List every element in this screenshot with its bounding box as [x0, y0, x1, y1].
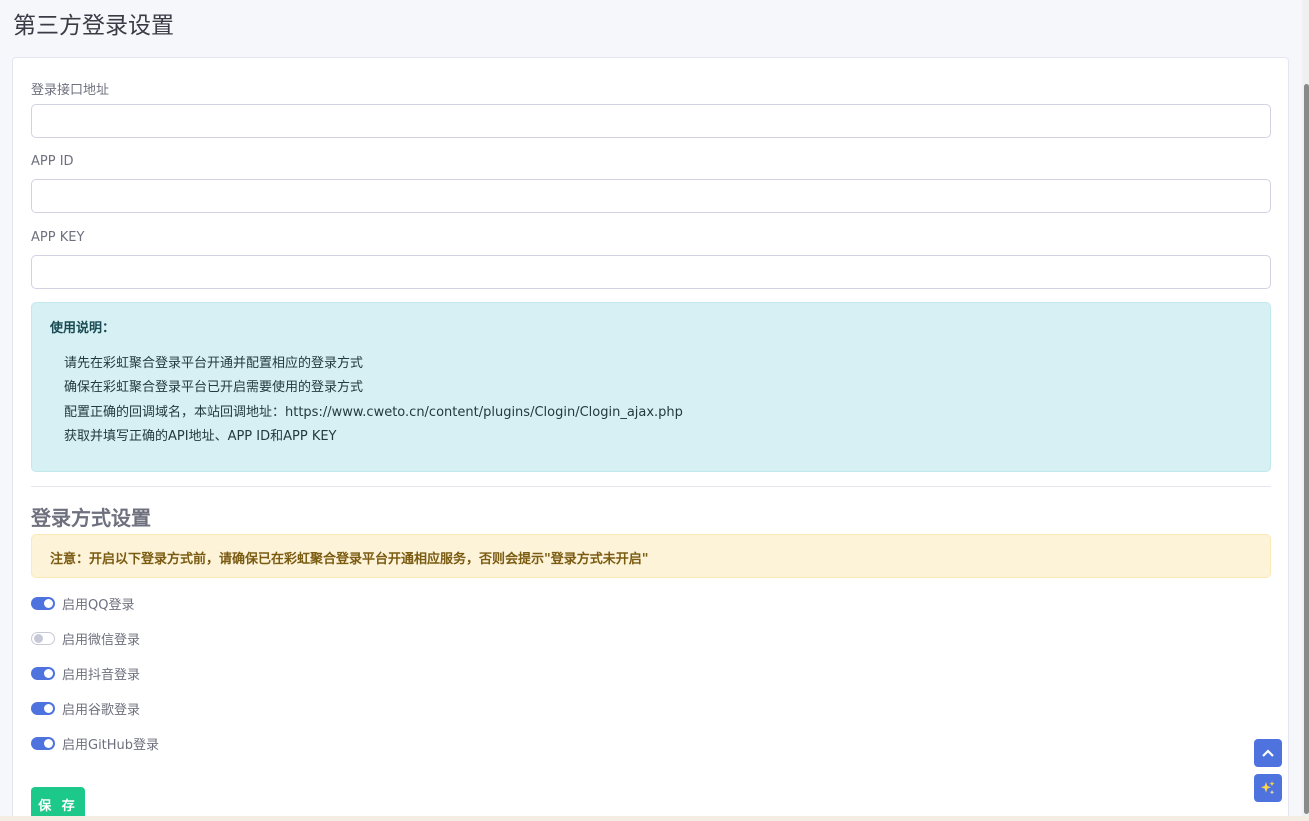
- app-id-label: APP ID: [31, 154, 74, 169]
- sparkles-icon: [1261, 781, 1275, 795]
- bottom-strip: [0, 816, 1309, 821]
- api-url-input[interactable]: [31, 104, 1271, 138]
- toggle-label: 启用抖音登录: [62, 667, 141, 683]
- toggle-switch[interactable]: [31, 736, 55, 750]
- instruction-line: 获取并填写正确的API地址、APP ID和APP KEY: [64, 429, 337, 444]
- toggle-github-login[interactable]: 启用GitHub登录: [31, 733, 159, 753]
- toggle-label: 启用QQ登录: [62, 597, 135, 613]
- magic-button[interactable]: [1254, 774, 1282, 802]
- warning-box: 注意：开启以下登录方式前，请确保已在彩虹聚合登录平台开通相应服务，否则会提示"登…: [31, 534, 1271, 578]
- toggle-label: 启用谷歌登录: [62, 702, 141, 718]
- toggle-switch[interactable]: [31, 596, 55, 610]
- app-key-input[interactable]: [31, 255, 1271, 289]
- toggle-switch[interactable]: [31, 666, 55, 680]
- scrollbar-thumb[interactable]: [1304, 84, 1309, 814]
- instruction-line: 配置正确的回调域名，本站回调地址：https://www.cweto.cn/co…: [64, 405, 683, 420]
- toggle-wechat-login[interactable]: 启用微信登录: [31, 628, 140, 648]
- toggle-label: 启用微信登录: [62, 632, 141, 648]
- api-url-label: 登录接口地址: [31, 83, 110, 98]
- toggle-label: 启用GitHub登录: [62, 737, 160, 753]
- instruction-line: 请先在彩虹聚合登录平台开通并配置相应的登录方式: [64, 356, 364, 371]
- toggle-switch[interactable]: [31, 631, 55, 645]
- toggle-google-login[interactable]: 启用谷歌登录: [31, 698, 140, 718]
- scroll-top-button[interactable]: [1254, 739, 1282, 767]
- instructions-box: 使用说明： 请先在彩虹聚合登录平台开通并配置相应的登录方式 确保在彩虹聚合登录平…: [31, 302, 1271, 472]
- login-methods-title: 登录方式设置: [31, 506, 151, 530]
- toggle-qq-login[interactable]: 启用QQ登录: [31, 593, 134, 613]
- warning-text: 注意：开启以下登录方式前，请确保已在彩虹聚合登录平台开通相应服务，否则会提示"登…: [50, 552, 649, 567]
- toggle-douyin-login[interactable]: 启用抖音登录: [31, 663, 140, 683]
- page-title: 第三方登录设置: [13, 13, 174, 39]
- settings-card: 登录接口地址 APP ID APP KEY 使用说明： 请先在彩虹聚合登录平台开…: [12, 57, 1289, 821]
- instruction-line: 确保在彩虹聚合登录平台已开启需要使用的登录方式: [64, 380, 364, 395]
- instructions-title: 使用说明：: [50, 321, 116, 336]
- arrow-up-icon: [1262, 749, 1274, 757]
- section-divider: [31, 486, 1271, 487]
- app-key-label: APP KEY: [31, 230, 85, 245]
- toggle-switch[interactable]: [31, 701, 55, 715]
- app-id-input[interactable]: [31, 179, 1271, 213]
